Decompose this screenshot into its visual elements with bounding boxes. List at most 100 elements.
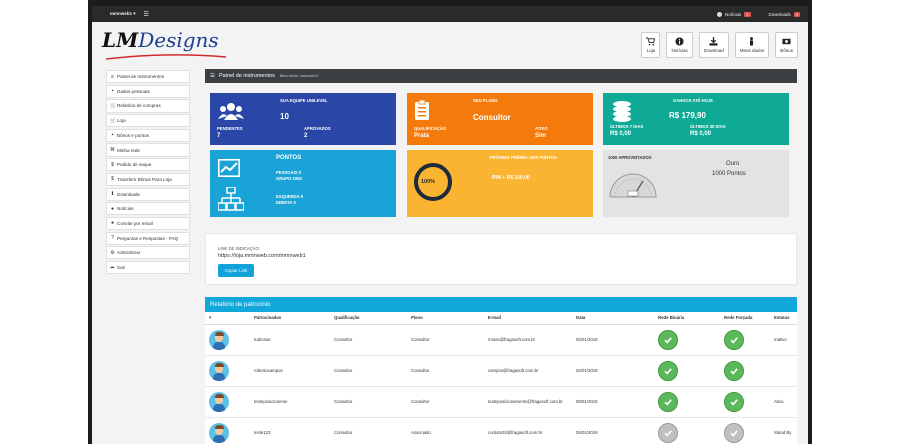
- card-aproveitados: 1000 APROVEITADOS Ouro 1000 Pontos: [603, 150, 789, 217]
- user-menu[interactable]: mmnweb1 ▾: [110, 11, 136, 17]
- user-icon: ▪: [111, 88, 114, 95]
- cell-email: contato32@fragasoft.com.br: [484, 417, 572, 444]
- person-icon: [750, 37, 754, 46]
- check-icon: [724, 360, 744, 381]
- card-aproveitados-title: 1000 APROVEITADOS: [608, 155, 652, 160]
- main-content: ☰ Painel de instrumentos Bem vindo, mmnw…: [205, 69, 797, 444]
- sidebar-item-noticias[interactable]: ● Notícias: [106, 202, 190, 216]
- sidebar-item-minha-rede[interactable]: ⌘ Minha rede: [106, 143, 190, 157]
- card-pontos-grupo: GRUPO 1000: [276, 176, 302, 181]
- cell-qualificacao: Consultor: [330, 355, 407, 387]
- avatar: [209, 360, 229, 381]
- cell-rede-forcada: [720, 355, 770, 387]
- dollar-icon: $: [111, 161, 114, 168]
- card-plano-name: Consultor: [473, 113, 511, 122]
- cell-email: campos@fragasoft.com.br: [484, 355, 572, 387]
- logo[interactable]: LMDesigns: [102, 28, 219, 52]
- card-plano-title: SEU PLANO: [473, 98, 498, 103]
- header-button-meus-dados[interactable]: Meus dados: [734, 32, 770, 58]
- check-icon: [658, 391, 678, 412]
- sidebar-item-painel[interactable]: ≡ Painel de Instrumentos: [106, 70, 190, 84]
- table-row[interactable]: robertocampos Consultor Consultor campos@fr…: [205, 355, 797, 387]
- gear-icon: ⚙: [110, 249, 115, 256]
- header: LMDesigns Loja Notícias Download Meus da…: [92, 22, 808, 68]
- logout-icon: ➦: [110, 264, 115, 271]
- hamburger-icon[interactable]: ☰: [144, 11, 149, 18]
- check-icon: [724, 422, 744, 443]
- panel-subtitle: Bem vindo, mmnweb1!: [279, 74, 319, 78]
- dashboard-icon: ≡: [111, 73, 114, 80]
- card-ganhos-30dias: R$ 0,00: [690, 131, 712, 137]
- sidebar: ≡ Painel de Instrumentos ▪ Dados pessoais …: [106, 70, 190, 276]
- cell-patrocinado: tudrosas: [250, 324, 330, 356]
- info-icon: ●: [110, 220, 115, 227]
- report-title: Relatório de patrocínio: [205, 297, 797, 312]
- sidebar-item-transferir-bonus[interactable]: $ Transferir Bônus Para Loja: [106, 172, 190, 186]
- topbar-noticias-label: Notícias: [725, 11, 742, 17]
- cell-qualificacao: Consultor: [330, 386, 407, 418]
- sidebar-item-pedido-saque[interactable]: $ Pedido de saque: [106, 158, 190, 172]
- sidebar-item-faq[interactable]: ? Perguntas e Respostas - FAQ: [106, 231, 190, 245]
- cart-icon: [646, 37, 656, 46]
- cell-rede-forcada: [720, 417, 770, 444]
- sidebar-item-downloads[interactable]: ⬇ Downloads: [106, 187, 190, 201]
- copy-link-button[interactable]: Copiar Link: [218, 264, 254, 277]
- card-ganhos-7dias: R$ 0,00: [610, 131, 632, 137]
- cart-icon: 🛒: [110, 102, 117, 109]
- check-icon: [658, 422, 678, 443]
- header-button-noticias[interactable]: Notícias: [666, 32, 693, 58]
- coins-icon: [613, 101, 631, 122]
- downloads-badge: 0: [793, 11, 800, 17]
- sidebar-item-loja[interactable]: 🛒 Loja: [106, 114, 190, 128]
- table-row[interactable]: tudrosas Consultor Consultor mrass@fragasof…: [205, 324, 797, 356]
- card-plano-qualificacao: Prata: [414, 133, 430, 139]
- cell-qualificacao: Consultor: [330, 417, 407, 444]
- info-icon: [717, 11, 722, 17]
- header-button-bonus[interactable]: Bônus: [775, 32, 798, 58]
- sidebar-item-dados-pessoais[interactable]: ▪ Dados pessoais: [106, 84, 190, 98]
- topbar-downloads-label: Downloads: [768, 11, 791, 17]
- cell-plano: Consultor: [407, 355, 484, 387]
- sidebar-item-relatorio-compras[interactable]: 🛒 Relatório de compras: [106, 99, 190, 113]
- cell-status: Inativo: [770, 324, 797, 356]
- header-button-download[interactable]: Download: [698, 32, 729, 58]
- check-icon: [658, 360, 678, 381]
- cell-patrocinado: testeposicioneme: [250, 386, 330, 418]
- header-button-loja[interactable]: Loja: [641, 32, 661, 58]
- card-premio-text: PIM + R$ 100,00: [492, 175, 530, 181]
- cell-rede-binaria: [654, 355, 720, 387]
- sidebar-item-convite-email[interactable]: ● Convite por email: [106, 216, 190, 231]
- card-equipe-title: SUA EQUIPE UNILEVEL: [280, 98, 328, 103]
- topbar-noticias[interactable]: Notícias 1: [717, 11, 751, 17]
- header-buttons: Loja Notícias Download Meus dados Bônus: [641, 32, 798, 58]
- topbar-downloads[interactable]: Downloads 0: [768, 11, 800, 17]
- link-url[interactable]: https://loja.mmnweb.com/mmnweb1: [218, 253, 306, 259]
- card-aproveitados-points: 1000 Pontos: [712, 171, 746, 177]
- cell-data: 02/01/2019: [572, 324, 654, 356]
- cell-status: Ativo: [770, 386, 797, 418]
- card-plano: SEU PLANO Consultor QUALIFICAÇÃO Prata A…: [407, 93, 593, 145]
- noticias-badge: 1: [744, 11, 751, 17]
- table-row[interactable]: teste123 Consultor Associado contato32@frag…: [205, 417, 797, 444]
- dashboard-cards: SUA EQUIPE UNILEVEL 10 PENDENTES 7 APROV…: [205, 93, 797, 228]
- card-pontos-direita: DIREITA 0: [276, 200, 296, 205]
- download-icon: ⬇: [110, 191, 115, 198]
- cell-plano: Consultor: [407, 324, 484, 356]
- sidebar-item-administrar[interactable]: ⚙ Administrar: [106, 246, 190, 260]
- card-pontos-esquerda: ESQUERDA 0: [276, 194, 304, 199]
- report-table: # Patrocinados Qualificação Plano E-mail…: [205, 312, 797, 444]
- cell-rede-binaria: [654, 324, 720, 356]
- sidebar-item-sair[interactable]: ➦ Sair: [106, 260, 190, 275]
- cell-email: testeposicionamento@fragasoft.com.br: [484, 386, 572, 418]
- question-icon: ?: [111, 235, 114, 242]
- sitemap-icon: [218, 187, 244, 211]
- sponsorship-report: Relatório de patrocínio # Patrocinados Q…: [205, 297, 797, 444]
- panel-header: ☰ Painel de instrumentos Bem vindo, mmnw…: [205, 69, 797, 83]
- users-icon: [218, 103, 244, 120]
- cell-email: mrass@fragasoft.com.br: [484, 324, 572, 356]
- card-aproveitados-level: Ouro: [726, 161, 740, 167]
- screen: mmnweb1 ▾ ☰ Notícias 1 Downloads 0 LMDes…: [92, 6, 808, 444]
- table-row[interactable]: testeposicioneme Consultor Consultor testep…: [205, 386, 797, 418]
- avatar: [209, 329, 229, 350]
- sidebar-item-bonus-pontos[interactable]: ▪ Bônus e pontos: [106, 128, 190, 142]
